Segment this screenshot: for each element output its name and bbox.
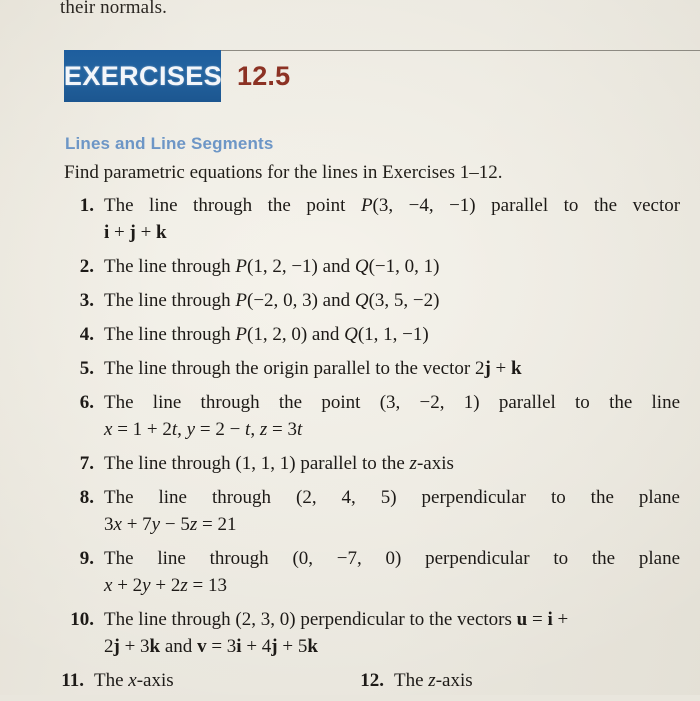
exercise-number: 5. — [79, 358, 94, 379]
exercise-line: x = 1 + 2t, y = 2 − t, z = 3t — [104, 419, 303, 440]
exercise-line: The line through (1, 1, 1) parallel to t… — [104, 453, 454, 474]
exercise-item: 11. The x-axis — [0, 667, 174, 694]
exercise-text: The line through (1, 1, 1) parallel to t… — [104, 450, 680, 477]
previous-paragraph-fragment: their normals. — [60, 0, 167, 18]
exercise-line: The line through P(1, 2, 0) and Q(1, 1, … — [104, 324, 429, 345]
exercise-text: The x-axis — [94, 670, 174, 691]
exercise-item: 10. The line through (2, 3, 0) perpendicu… — [0, 606, 700, 660]
exercise-list: 1. The line through the point P(3, −4, −1… — [0, 192, 700, 701]
exercise-text: The line through the point P(3, −4, −1) … — [104, 192, 680, 246]
exercise-pair-row: 11. The x-axis 12. The z-axis — [0, 667, 700, 694]
exercise-line: x + 2y + 2z = 13 — [104, 575, 227, 596]
exercise-item: 9. The line through (0, −7, 0) perpendicu… — [0, 545, 700, 599]
section-number: 12.5 — [237, 60, 291, 91]
exercise-number: 3. — [79, 290, 94, 311]
exercise-item: 7. The line through (1, 1, 1) parallel to… — [0, 450, 700, 477]
exercise-item: 2. The line through P(1, 2, −1) and Q(−1,… — [0, 253, 700, 280]
exercise-text: The line through P(1, 2, −1) and Q(−1, 0… — [104, 253, 680, 280]
exercise-text: The line through the origin parallel to … — [104, 355, 680, 382]
exercise-number: 11. — [61, 670, 84, 691]
exercise-item: 4. The line through P(1, 2, 0) and Q(1, 1… — [0, 321, 700, 348]
exercise-text: The line through (2, 3, 0) perpendicular… — [104, 606, 680, 660]
exercise-number: 7. — [79, 453, 94, 474]
exercise-line: The line through the point (3, −2, 1) pa… — [104, 392, 681, 413]
exercise-number: 9. — [79, 548, 94, 569]
subsection-title: Lines and Line Segments — [65, 134, 274, 153]
exercise-line: The line through the point P(3, −4, −1) … — [104, 195, 681, 216]
exercise-number: 6. — [79, 392, 94, 413]
exercise-text: The z-axis — [394, 670, 473, 691]
exercise-item: 3. The line through P(−2, 0, 3) and Q(3, … — [0, 287, 700, 314]
directions-text: Find parametric equations for the lines … — [64, 162, 503, 183]
exercise-number: 4. — [79, 324, 94, 345]
exercise-line: The line through (2, 4, 5) perpendicular… — [104, 487, 680, 508]
exercise-item: 6. The line through the point (3, −2, 1) … — [0, 389, 700, 443]
exercise-item: 12. The z-axis — [300, 667, 473, 694]
exercise-line: The line through P(−2, 0, 3) and Q(3, 5,… — [104, 290, 440, 311]
exercise-text: The line through the point (3, −2, 1) pa… — [104, 389, 680, 443]
exercise-text: The line through P(1, 2, 0) and Q(1, 1, … — [104, 321, 680, 348]
exercise-line: The line through (0, −7, 0) perpendicula… — [104, 548, 681, 569]
exercise-line: i + j + k — [104, 222, 167, 243]
exercise-item: 1. The line through the point P(3, −4, −1… — [0, 192, 700, 246]
exercise-number: 12. — [360, 670, 384, 691]
exercise-number: 1. — [79, 195, 94, 216]
exercise-line: 3x + 7y − 5z = 21 — [104, 514, 237, 535]
exercise-text: The line through (0, −7, 0) perpendicula… — [104, 545, 680, 599]
exercise-item: 5. The line through the origin parallel t… — [0, 355, 700, 382]
exercise-line: 2j + 3k and v = 3i + 4j + 5k — [104, 636, 318, 657]
exercises-badge: EXERCISES — [64, 50, 222, 102]
exercise-line: The line through P(1, 2, −1) and Q(−1, 0… — [104, 256, 440, 277]
exercise-number: 2. — [79, 256, 94, 277]
exercise-line: The line through the origin parallel to … — [104, 358, 522, 379]
exercise-item: 8. The line through (2, 4, 5) perpendicul… — [0, 484, 700, 538]
exercise-number: 10. — [70, 609, 94, 630]
textbook-page: their normals. EXERCISES 12.5 Lines and … — [0, 0, 700, 695]
exercise-text: The line through (2, 4, 5) perpendicular… — [104, 484, 680, 538]
exercise-number: 8. — [79, 487, 94, 508]
exercise-text: The line through P(−2, 0, 3) and Q(3, 5,… — [104, 287, 680, 314]
exercise-line: The line through (2, 3, 0) perpendicular… — [104, 609, 569, 630]
exercises-header: EXERCISES 12.5 — [64, 50, 290, 102]
